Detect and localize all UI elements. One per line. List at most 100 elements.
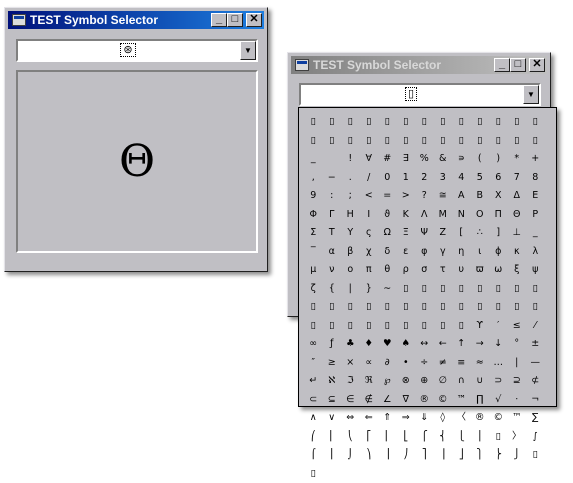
- symbol-option[interactable]: ⎥: [434, 446, 453, 465]
- symbol-dropdown-list[interactable]: ▯▯▯▯▯▯▯▯▯▯▯▯▯▯▯▯▯▯▯▯▯▯▯▯▯▯_!∀#∃%&∍()*+,−…: [298, 107, 557, 407]
- symbol-option[interactable]: ∇: [397, 391, 416, 410]
- symbol-option[interactable]: ▯: [397, 317, 416, 336]
- symbol-option[interactable]: φ: [415, 243, 434, 262]
- symbol-option[interactable]: Ρ: [526, 206, 545, 225]
- symbol-option[interactable]: 1: [397, 169, 416, 188]
- symbol-option[interactable]: ⊕: [415, 372, 434, 391]
- symbol-option[interactable]: ▯: [323, 113, 342, 132]
- symbol-option[interactable]: ζ: [304, 280, 323, 299]
- symbol-option[interactable]: ▯: [489, 298, 508, 317]
- symbol-option[interactable]: ⎝: [341, 428, 360, 447]
- symbol-option[interactable]: Π: [489, 206, 508, 225]
- symbol-option[interactable]: ÷: [415, 354, 434, 373]
- symbol-option[interactable]: ⎢: [378, 428, 397, 447]
- symbol-option[interactable]: *: [508, 150, 527, 169]
- symbol-option[interactable]: ™: [452, 391, 471, 410]
- symbol-option[interactable]: ▯: [415, 298, 434, 317]
- symbol-option[interactable]: ≥: [323, 354, 342, 373]
- symbol-option[interactable]: Α: [452, 187, 471, 206]
- minimize-button[interactable]: _: [211, 13, 227, 27]
- symbol-option[interactable]: ⊥: [508, 224, 527, 243]
- symbol-option[interactable]: .: [341, 169, 360, 188]
- symbol-option[interactable]: ⌠: [304, 446, 323, 465]
- symbol-option[interactable]: π: [360, 261, 379, 280]
- symbol-option[interactable]: ⎭: [508, 446, 527, 465]
- symbol-option[interactable]: ⎤: [415, 446, 434, 465]
- symbol-option[interactable]: →: [471, 335, 490, 354]
- symbol-option[interactable]: ▯: [471, 298, 490, 317]
- symbol-option[interactable]: Ξ: [397, 224, 416, 243]
- symbol-option[interactable]: …: [489, 354, 508, 373]
- symbol-option[interactable]: 5: [471, 169, 490, 188]
- symbol-option[interactable]: /: [360, 169, 379, 188]
- symbol-option[interactable]: Δ: [508, 187, 527, 206]
- symbol-option[interactable]: ▯: [397, 280, 416, 299]
- symbol-option[interactable]: ∝: [360, 354, 379, 373]
- symbol-option[interactable]: ⎬: [489, 446, 508, 465]
- symbol-option[interactable]: 0: [378, 169, 397, 188]
- symbol-option[interactable]: 2: [415, 169, 434, 188]
- symbol-option[interactable]: ▯: [526, 446, 545, 465]
- symbol-option[interactable]: ▯: [415, 113, 434, 132]
- maximize-button[interactable]: □: [227, 13, 243, 27]
- symbol-option[interactable]: ▯: [526, 132, 545, 151]
- symbol-option[interactable]: Μ: [434, 206, 453, 225]
- symbol-option[interactable]: Ν: [452, 206, 471, 225]
- symbol-option[interactable]: •: [397, 354, 416, 373]
- symbol-option[interactable]: >: [397, 187, 416, 206]
- symbol-option[interactable]: ▯: [415, 280, 434, 299]
- symbol-option[interactable]: ▯: [323, 317, 342, 336]
- symbol-option[interactable]: ⊇: [508, 372, 527, 391]
- symbol-option[interactable]: ▯: [360, 298, 379, 317]
- symbol-option[interactable]: ≡: [452, 354, 471, 373]
- symbol-option[interactable]: Γ: [323, 206, 342, 225]
- symbol-option[interactable]: σ: [415, 261, 434, 280]
- symbol-option[interactable]: ▯: [526, 298, 545, 317]
- symbol-option[interactable]: ⎛: [304, 428, 323, 447]
- symbol-option[interactable]: ♦: [360, 335, 379, 354]
- symbol-option[interactable]: λ: [526, 243, 545, 262]
- symbol-option[interactable]: ⎦: [452, 446, 471, 465]
- symbol-option[interactable]: °: [508, 335, 527, 354]
- symbol-option[interactable]: 9: [304, 187, 323, 206]
- symbol-option[interactable]: {: [323, 280, 342, 299]
- symbol-option[interactable]: ∉: [360, 391, 379, 410]
- symbol-option[interactable]: ←: [434, 335, 453, 354]
- symbol-option[interactable]: |: [508, 354, 527, 373]
- symbol-option[interactable]: ⋅: [508, 391, 527, 410]
- symbol-option[interactable]: ϕ: [489, 243, 508, 262]
- symbol-option[interactable]: Ζ: [434, 224, 453, 243]
- symbol-option[interactable]: ▯: [304, 132, 323, 151]
- symbol-option[interactable]: μ: [304, 261, 323, 280]
- symbol-option[interactable]: ″: [304, 354, 323, 373]
- symbol-option[interactable]: (: [471, 150, 490, 169]
- symbol-option[interactable]: ≈: [471, 354, 490, 373]
- symbol-option[interactable]: ®: [415, 391, 434, 410]
- symbol-option[interactable]: Θ: [508, 206, 527, 225]
- symbol-option[interactable]: 6: [489, 169, 508, 188]
- symbol-option[interactable]: ∂: [378, 354, 397, 373]
- symbol-option[interactable]: ▯: [452, 132, 471, 151]
- symbol-option[interactable]: —: [526, 354, 545, 373]
- symbol-option[interactable]: %: [415, 150, 434, 169]
- symbol-option[interactable]: ξ: [508, 261, 527, 280]
- symbol-option[interactable]: ∫: [526, 428, 545, 447]
- symbol-option[interactable]: √: [489, 391, 508, 410]
- symbol-option[interactable]: ≠: [434, 354, 453, 373]
- symbol-option[interactable]: ∠: [378, 391, 397, 410]
- symbol-option[interactable]: Φ: [304, 206, 323, 225]
- symbol-option[interactable]: ♥: [378, 335, 397, 354]
- symbol-option[interactable]: ‾: [304, 243, 323, 262]
- symbol-option[interactable]: ▯: [471, 280, 490, 299]
- symbol-option[interactable]: ▯: [526, 280, 545, 299]
- symbol-option[interactable]: :: [323, 187, 342, 206]
- symbol-option[interactable]: ▯: [378, 113, 397, 132]
- symbol-option[interactable]: ∼: [378, 280, 397, 299]
- symbol-option[interactable]: _: [304, 150, 323, 169]
- symbol-option[interactable]: ▯: [508, 113, 527, 132]
- symbol-option[interactable]: ⎧: [415, 428, 434, 447]
- symbol-option[interactable]: ▯: [360, 113, 379, 132]
- symbol-option[interactable]: ⎜: [323, 428, 342, 447]
- symbol-option[interactable]: 〉: [508, 428, 527, 447]
- symbol-option[interactable]: Κ: [397, 206, 416, 225]
